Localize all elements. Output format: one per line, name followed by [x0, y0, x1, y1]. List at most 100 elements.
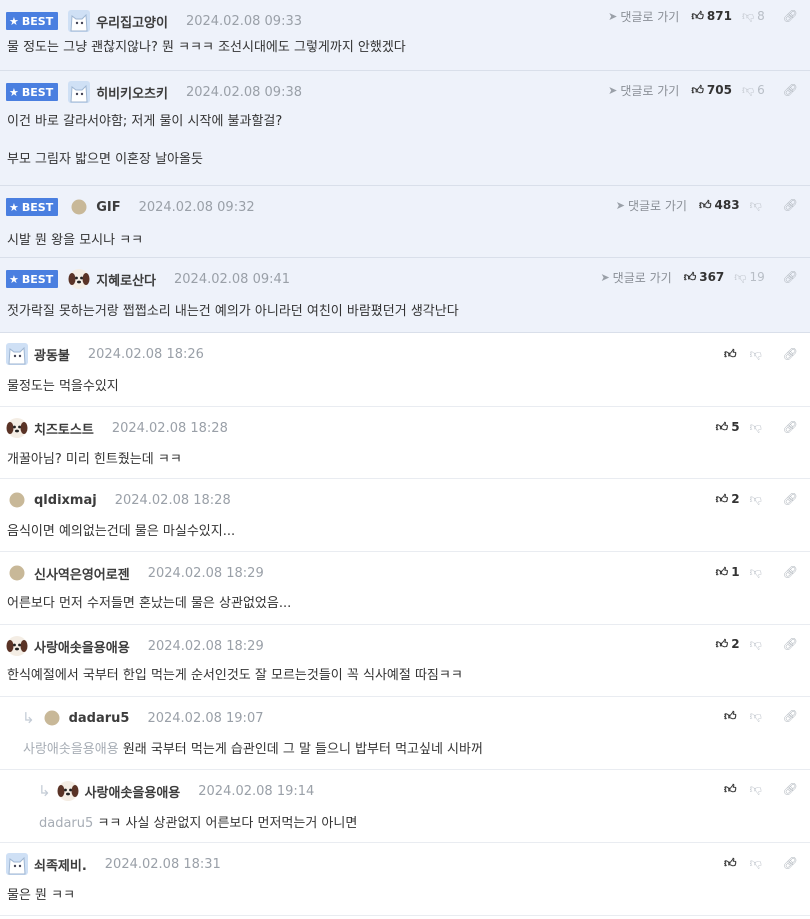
dislike-button[interactable]: 👎︎ 19: [734, 270, 764, 285]
avatar[interactable]: [6, 343, 28, 365]
avatar[interactable]: [6, 489, 28, 511]
jump-label: 댓글로 가기: [612, 270, 672, 285]
comment-text: 젓가락질 못하는거랑 쩝쩝소리 내는건 예의가 아니라던 여친이 바람폈던거 생…: [7, 304, 459, 319]
thumbs-up-icon: 👍︎: [724, 781, 737, 796]
comment-actions: 👍︎ 👎︎ 🔗︎: [724, 853, 798, 873]
best-comment: ★ BEST 히비키오츠키 2024.02.08 09:38 이건 바로 갈라서야함; …: [0, 71, 810, 186]
like-button[interactable]: 👍︎: [724, 782, 740, 797]
link-icon[interactable]: 🔗︎: [783, 565, 798, 579]
comment: 광동불 2024.02.08 18:26 물정도는 먹을수있지 👍︎ 👎︎ 🔗︎: [0, 333, 810, 407]
reply-comment: ↳ 사랑애솟을용애용 2024.02.08 19:14 dadaru5 ㅋㅋ 사실 상…: [0, 770, 810, 843]
avatar[interactable]: [6, 635, 28, 657]
dislike-button[interactable]: 👎︎: [750, 856, 765, 871]
nickname[interactable]: 광동불: [34, 345, 70, 364]
avatar[interactable]: [6, 417, 28, 439]
like-button[interactable]: 👍︎ 483: [699, 198, 740, 213]
jump-to-comment-button[interactable]: ➤ 댓글로 가기: [616, 197, 687, 214]
like-button[interactable]: 👍︎ 2: [716, 637, 740, 652]
link-icon[interactable]: 🔗︎: [783, 83, 798, 97]
comment-text-line: 부모 그림자 밟으면 이혼장 날아올듯: [7, 150, 282, 169]
like-button[interactable]: 👍︎: [724, 856, 740, 871]
avatar[interactable]: [68, 196, 90, 218]
mention-link[interactable]: 사랑애솟을용애용: [23, 742, 119, 757]
comment-text-line: 한식예절에서 국부터 한입 먹는게 순서인것도 잘 모르는것들이 꼭 식사예절 …: [7, 666, 463, 685]
send-icon: ➤: [608, 83, 618, 97]
dislike-count: 19: [749, 270, 765, 284]
thumbs-down-icon: 👎︎: [749, 346, 762, 361]
mention-link[interactable]: dadaru5: [39, 816, 93, 831]
avatar[interactable]: [6, 853, 28, 875]
like-button[interactable]: 👍︎ 367: [684, 270, 725, 285]
comment-body: 한식예절에서 국부터 한입 먹는게 순서인것도 잘 모르는것들이 꼭 식사예절 …: [7, 666, 463, 685]
like-button[interactable]: 👍︎ 2: [716, 492, 740, 507]
best-label: BEST: [21, 14, 54, 28]
comment-header: ↳ dadaru5 2024.02.08 19:07: [22, 707, 263, 729]
link-icon[interactable]: 🔗︎: [783, 709, 798, 723]
like-button[interactable]: 👍︎: [724, 347, 740, 362]
dislike-button[interactable]: 👎︎: [750, 782, 765, 797]
nickname[interactable]: 사랑애솟을용애용: [85, 782, 181, 801]
link-icon[interactable]: 🔗︎: [783, 9, 798, 23]
nickname[interactable]: 히비키오츠키: [96, 83, 168, 102]
avatar[interactable]: [68, 10, 91, 32]
comment-body: 물 정도는 그냥 괜찮지않나? 뭔 ㅋㅋㅋ 조선시대에도 그렇게까지 안했겠다: [7, 38, 406, 57]
link-icon[interactable]: 🔗︎: [783, 420, 798, 434]
thumbs-down-icon: 👎︎: [749, 855, 762, 870]
dislike-button[interactable]: 👎︎ 8: [742, 9, 765, 24]
jump-to-comment-button[interactable]: ➤ 댓글로 가기: [608, 8, 679, 25]
link-icon[interactable]: 🔗︎: [783, 856, 798, 870]
like-button[interactable]: 👍︎ 5: [716, 420, 740, 435]
like-button[interactable]: 👍︎ 1: [716, 565, 740, 580]
comment-body: 물은 뭔 ㅋㅋ: [7, 886, 75, 905]
like-button[interactable]: 👍︎ 871: [691, 9, 732, 24]
comment-body: 음식이면 예의없는건데 물은 마실수있지...: [7, 522, 235, 541]
nickname[interactable]: 사랑애솟을용애용: [34, 637, 130, 656]
nickname[interactable]: 우리집고양이: [96, 12, 168, 31]
nickname[interactable]: dadaru5: [69, 711, 130, 726]
dislike-button[interactable]: 👎︎: [750, 492, 765, 507]
dislike-count: 8: [757, 9, 765, 23]
dislike-button[interactable]: 👎︎: [750, 198, 765, 213]
nickname[interactable]: 치즈토스트: [34, 419, 94, 438]
dislike-button[interactable]: 👎︎: [750, 565, 765, 580]
thumbs-up-icon: 👍︎: [715, 419, 729, 434]
like-button[interactable]: 👍︎: [724, 709, 740, 724]
comment-date: 2024.02.08 18:29: [147, 638, 264, 654]
avatar[interactable]: [68, 81, 91, 103]
nickname[interactable]: 신사역은영어로젠: [34, 564, 130, 583]
comment-list: ★ BEST 우리집고양이 2024.02.08 09:33 물 정도는 그냥 괜찮지않…: [0, 0, 810, 916]
dislike-button[interactable]: 👎︎: [750, 637, 765, 652]
reply-arrow-icon: ↳: [22, 709, 35, 727]
jump-to-comment-button[interactable]: ➤ 댓글로 가기: [608, 82, 679, 99]
dislike-button[interactable]: 👎︎: [750, 347, 765, 362]
nickname[interactable]: 쇠족제비.: [34, 855, 87, 874]
comment-text: 물정도는 먹을수있지: [7, 379, 119, 394]
comment-text-line: 젓가락질 못하는거랑 쩝쩝소리 내는건 예의가 아니라던 여친이 바람폈던거 생…: [7, 302, 459, 321]
comment-text-line: dadaru5 ㅋㅋ 사실 상관없지 어른보다 먼저먹는거 아니면: [39, 814, 357, 833]
comment-actions: ➤ 댓글로 가기 👍︎ 871 👎︎ 8 🔗︎: [608, 6, 798, 26]
link-icon[interactable]: 🔗︎: [783, 270, 798, 284]
dislike-button[interactable]: 👎︎ 6: [742, 83, 765, 98]
dislike-button[interactable]: 👎︎: [750, 709, 765, 724]
like-button[interactable]: 👍︎ 705: [691, 83, 732, 98]
nickname[interactable]: GIF: [96, 200, 120, 215]
avatar[interactable]: [57, 780, 79, 802]
comment-text-line: 시발 뭔 왕을 모시나 ㅋㅋ: [7, 231, 143, 250]
comment-date: 2024.02.08 18:28: [114, 492, 231, 508]
link-icon[interactable]: 🔗︎: [783, 637, 798, 651]
avatar[interactable]: [41, 707, 63, 729]
reply-comment: ↳ dadaru5 2024.02.08 19:07 사랑애솟을용애용 원래 국부터 …: [0, 697, 810, 770]
jump-to-comment-button[interactable]: ➤ 댓글로 가기: [600, 269, 671, 286]
nickname[interactable]: 지혜로산다: [96, 270, 156, 289]
avatar[interactable]: [6, 562, 28, 584]
comment-text-line: 물 정도는 그냥 괜찮지않나? 뭔 ㅋㅋㅋ 조선시대에도 그렇게까지 안했겠다: [7, 38, 406, 57]
thumbs-up-icon: 👍︎: [724, 346, 737, 361]
nickname[interactable]: qldixmaj: [34, 493, 97, 508]
link-icon[interactable]: 🔗︎: [783, 347, 798, 361]
avatar[interactable]: [68, 268, 90, 290]
comment-actions: 👍︎ 👎︎ 🔗︎: [724, 706, 798, 726]
link-icon[interactable]: 🔗︎: [783, 492, 798, 506]
dislike-button[interactable]: 👎︎: [750, 420, 765, 435]
link-icon[interactable]: 🔗︎: [783, 782, 798, 796]
link-icon[interactable]: 🔗︎: [783, 198, 798, 212]
